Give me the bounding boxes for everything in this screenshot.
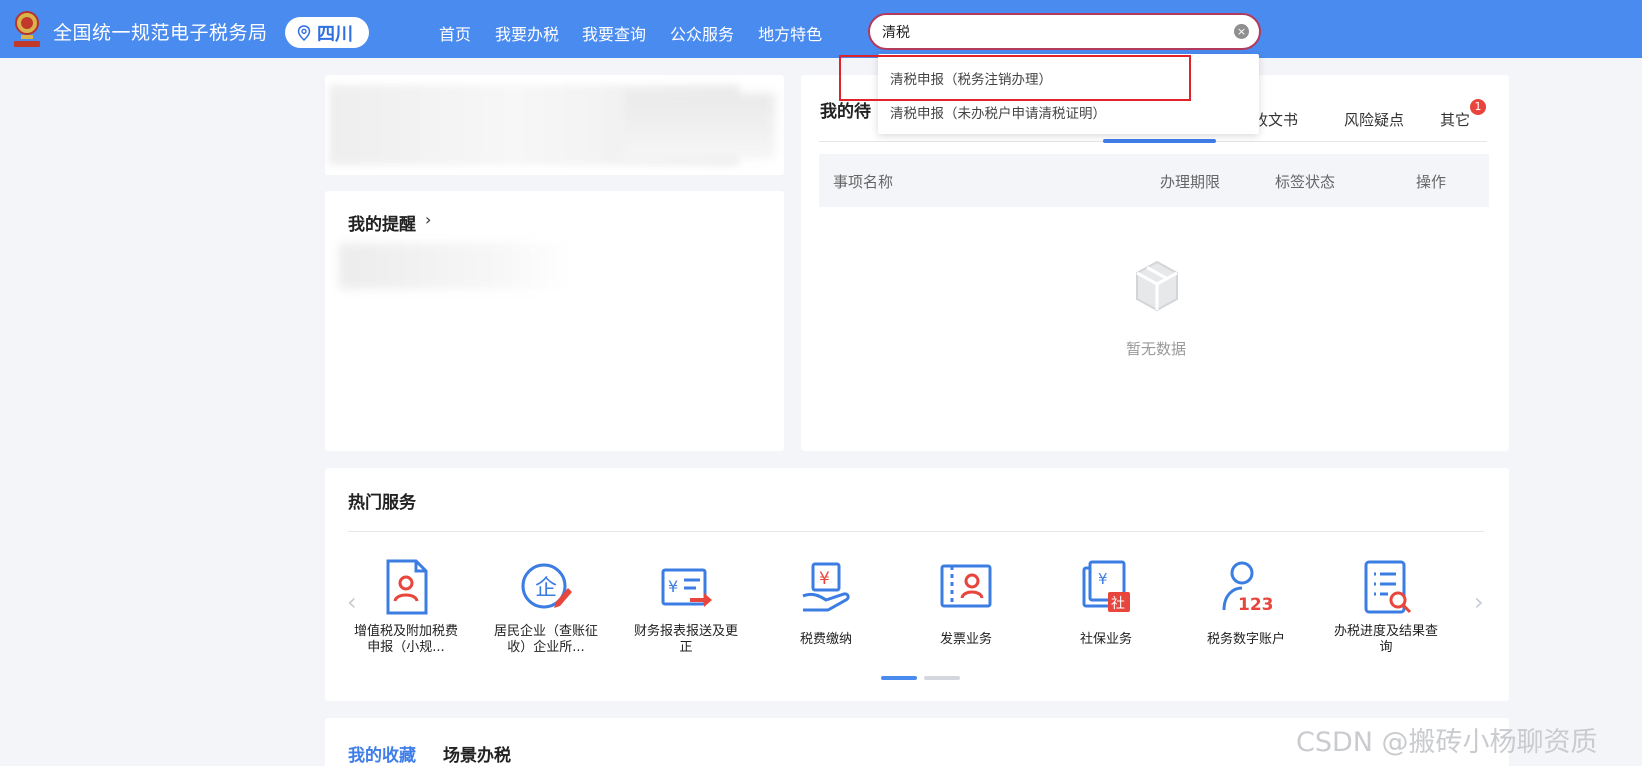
service-item[interactable]: ¥ 社 社保业务 [1046, 558, 1166, 648]
invoice-icon [940, 564, 992, 608]
svg-text:¥: ¥ [1098, 570, 1108, 588]
column-deadline: 办理期限 [1160, 173, 1221, 191]
service-label: 办税进度及结果查询 [1333, 624, 1438, 655]
empty-state-text: 暂无数据 [1126, 340, 1187, 358]
site-title[interactable]: 全国统一规范电子税务局 [53, 18, 268, 45]
service-label: 发票业务 [939, 632, 992, 647]
location-pin-icon [297, 24, 311, 41]
notification-badge: 1 [1470, 99, 1486, 115]
service-label: 税费缴纳 [799, 632, 852, 647]
service-label: 税务数字账户 [1206, 632, 1285, 647]
user-profile-card [325, 75, 784, 175]
blurred-content [625, 93, 775, 159]
column-tag-status: 标签状态 [1275, 173, 1336, 191]
chevron-right-icon[interactable]: › [1474, 588, 1484, 616]
todo-title: 我的待 [820, 102, 871, 122]
hot-services-title: 热门服务 [348, 493, 416, 513]
carousel-dot[interactable] [924, 676, 960, 680]
hot-services-card: 热门服务 ‹ › 增值税及附加税费申报（小规... 企 居民企业（查账征收）企业… [325, 468, 1509, 701]
region-label: 四川 [317, 23, 353, 45]
service-label: 社保业务 [1079, 632, 1132, 647]
service-item[interactable]: 办税进度及结果查询 [1326, 558, 1446, 656]
svg-text:社: 社 [1111, 596, 1125, 612]
tab-scenario-tax[interactable]: 场景办税 [443, 741, 511, 766]
tab-risk-points[interactable]: 风险疑点 [1344, 109, 1404, 130]
reminder-title[interactable]: 我的提醒 [348, 210, 416, 235]
suggestion-item[interactable]: 清税申报（税务注销办理） [890, 68, 1052, 88]
digital-account-icon: 123 [1222, 561, 1274, 615]
suggestion-item[interactable]: 清税申报（未办税户申请清税证明） [890, 102, 1106, 122]
carousel-dot-active[interactable] [881, 676, 917, 680]
blurred-content [339, 243, 569, 289]
service-item[interactable]: ¥ 财务报表报送及更正 [626, 558, 746, 656]
chevron-right-icon[interactable]: › [425, 210, 431, 229]
nav-local-features[interactable]: 地方特色 [758, 21, 822, 45]
search-suggestions: 清税申报（税务注销办理） 清税申报（未办税户申请清税证明） [878, 54, 1259, 134]
table-header: 事项名称 办理期限 标签状态 操作 [819, 154, 1489, 207]
section-divider [348, 531, 1484, 532]
watermark: CSDN @搬砖小杨聊资质 [1296, 727, 1598, 758]
region-selector[interactable]: 四川 [285, 17, 369, 48]
service-item[interactable]: 企 居民企业（查账征收）企业所... [486, 558, 606, 656]
vat-declare-icon [386, 559, 428, 615]
enterprise-tax-icon: 企 [521, 563, 572, 609]
social-security-icon: ¥ 社 [1082, 560, 1130, 612]
service-label: 居民企业（查账征收）企业所... [493, 624, 598, 655]
top-navigation-bar: 全国统一规范电子税务局 四川 首页 我要办税 我要查询 公众服务 地方特色 × [0, 0, 1642, 58]
service-item[interactable]: 123 税务数字账户 [1186, 558, 1306, 648]
tab-other[interactable]: 其它 [1440, 109, 1470, 130]
service-item[interactable]: 发票业务 [906, 558, 1026, 648]
search-box: × [868, 13, 1261, 50]
column-actions: 操作 [1416, 173, 1447, 191]
service-label: 增值税及附加税费申报（小规... [353, 624, 458, 655]
tax-emblem-icon [14, 11, 40, 47]
search-input[interactable] [882, 23, 1212, 41]
svg-text:123: 123 [1238, 595, 1274, 615]
svg-text:¥: ¥ [668, 577, 678, 596]
nav-handle-tax[interactable]: 我要办税 [495, 21, 559, 45]
service-label: 财务报表报送及更正 [633, 624, 738, 655]
nav-home[interactable]: 首页 [439, 21, 471, 45]
svg-text:企: 企 [535, 576, 557, 601]
service-item[interactable]: ¥ 税费缴纳 [766, 558, 886, 648]
tab-documents[interactable]: 收文书 [1253, 109, 1298, 130]
clear-search-icon[interactable]: × [1234, 24, 1249, 39]
nav-public-service[interactable]: 公众服务 [670, 21, 734, 45]
progress-query-icon [1364, 560, 1412, 614]
service-item[interactable]: 增值税及附加税费申报（小规... [346, 558, 466, 656]
active-tab-indicator [1103, 139, 1216, 143]
main-nav: 首页 我要办税 我要查询 公众服务 地方特色 [439, 21, 846, 45]
column-item-name: 事项名称 [833, 173, 894, 191]
financial-report-icon: ¥ [661, 568, 712, 607]
nav-query[interactable]: 我要查询 [582, 21, 646, 45]
svg-text:¥: ¥ [819, 569, 830, 589]
empty-box-icon [1136, 260, 1178, 312]
tab-my-favorites[interactable]: 我的收藏 [348, 741, 416, 766]
reminder-card: 我的提醒 › [325, 191, 784, 451]
tax-payment-icon: ¥ [802, 562, 850, 612]
